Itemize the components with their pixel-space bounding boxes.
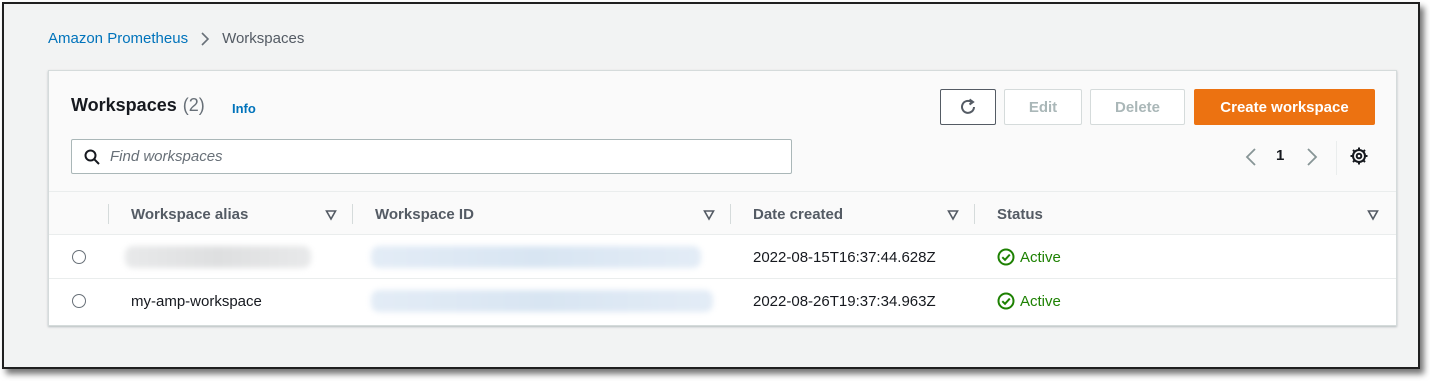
previous-page-button[interactable] — [1245, 145, 1257, 169]
search-field[interactable] — [71, 139, 792, 174]
redacted-alias — [125, 246, 311, 268]
workspace-alias-cell: my-amp-workspace — [131, 292, 262, 310]
redacted-workspace-id — [371, 290, 713, 312]
panel-header: Workspaces (2) Info Edit Delete Create w… — [49, 71, 1396, 191]
refresh-button[interactable] — [940, 89, 996, 125]
sort-icon[interactable] — [703, 208, 715, 226]
sort-icon[interactable] — [325, 208, 337, 226]
column-header-status[interactable]: Status — [997, 192, 1043, 236]
create-workspace-button[interactable]: Create workspace — [1194, 89, 1375, 125]
page-title-text: Workspaces — [71, 95, 177, 115]
check-circle-icon — [997, 292, 1015, 310]
breadcrumb-amazon-prometheus[interactable]: Amazon Prometheus — [48, 30, 188, 47]
column-header-workspace-alias[interactable]: Workspace alias — [131, 192, 248, 236]
chevron-right-icon — [1307, 148, 1318, 166]
status-badge: Active — [997, 235, 1061, 279]
column-divider — [352, 204, 353, 224]
breadcrumb-workspaces: Workspaces — [222, 30, 305, 47]
workspaces-panel: Workspaces (2) Info Edit Delete Create w… — [48, 70, 1397, 326]
search-icon — [84, 149, 100, 165]
preferences-button[interactable] — [1348, 145, 1370, 172]
workspace-count: (2) — [182, 95, 205, 115]
status-text: Active — [1020, 248, 1061, 266]
delete-button[interactable]: Delete — [1090, 89, 1185, 125]
column-divider — [108, 204, 109, 224]
sort-icon[interactable] — [947, 208, 959, 226]
breadcrumb: Amazon Prometheus Workspaces — [48, 30, 304, 47]
sort-icon[interactable] — [1367, 208, 1379, 226]
refresh-icon — [961, 98, 975, 114]
column-divider — [974, 204, 975, 224]
table-row[interactable]: my-amp-workspace 2022-08-26T19:37:34.963… — [49, 279, 1396, 323]
date-created-cell: 2022-08-26T19:37:34.963Z — [753, 292, 936, 310]
check-circle-icon — [997, 248, 1015, 266]
row-select-radio[interactable] — [72, 250, 86, 264]
search-input[interactable] — [110, 148, 750, 165]
redacted-workspace-id — [371, 246, 701, 268]
chevron-left-icon — [1245, 148, 1256, 166]
page-title: Workspaces (2) — [71, 95, 205, 116]
date-created-cell: 2022-08-15T16:37:44.628Z — [753, 248, 936, 266]
current-page[interactable]: 1 — [1276, 147, 1284, 164]
table-row[interactable]: 2022-08-15T16:37:44.628Z Active — [49, 235, 1396, 279]
status-text: Active — [1020, 292, 1061, 310]
pager-divider — [1336, 141, 1337, 175]
console-frame: Amazon Prometheus Workspaces Workspaces … — [2, 2, 1420, 369]
row-select-radio[interactable] — [72, 294, 86, 308]
column-header-date-created[interactable]: Date created — [753, 192, 843, 236]
column-header-workspace-id[interactable]: Workspace ID — [375, 192, 474, 236]
chevron-right-icon — [200, 31, 210, 47]
gear-icon — [1350, 147, 1368, 165]
next-page-button[interactable] — [1306, 145, 1318, 169]
edit-button[interactable]: Edit — [1004, 89, 1082, 125]
status-badge: Active — [997, 279, 1061, 323]
table-header: Workspace alias Workspace ID Date create… — [49, 191, 1396, 235]
info-link[interactable]: Info — [232, 101, 256, 116]
column-divider — [730, 204, 731, 224]
